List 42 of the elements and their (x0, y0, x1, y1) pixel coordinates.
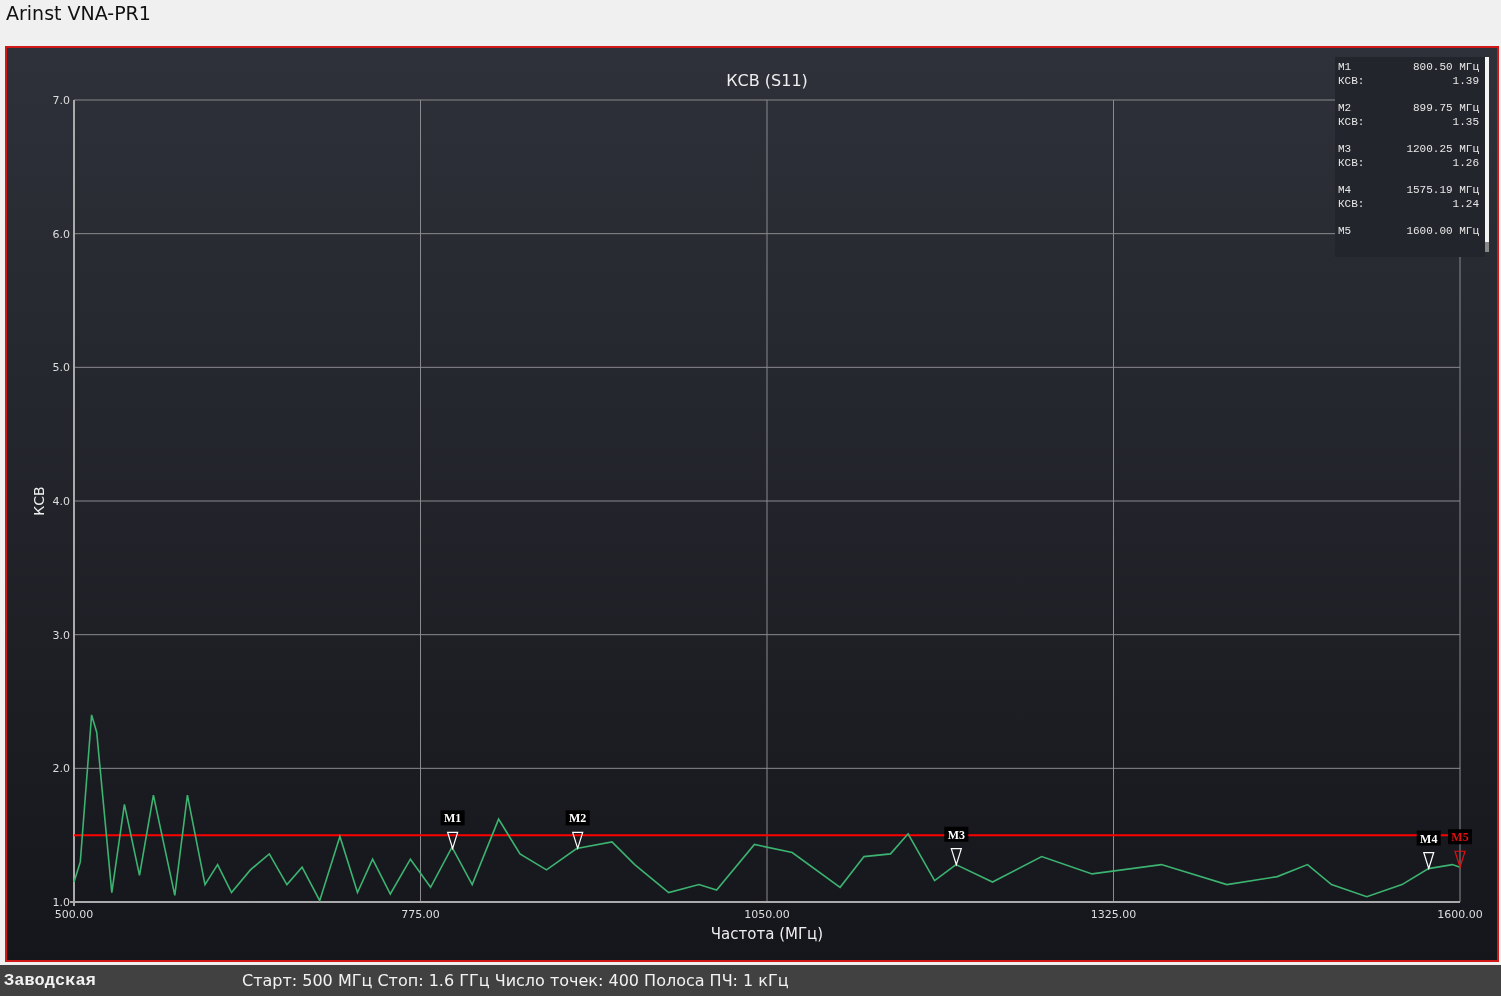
y-tick-label: 3.0 (52, 628, 70, 642)
y-tick-label: 4.0 (52, 495, 70, 508)
marker-frequency: 1600.00 МГц (1405, 225, 1479, 237)
marker-value: 1.26 (1451, 157, 1479, 169)
marker-frequency: 899.75 МГц (1412, 102, 1479, 114)
marker-flag[interactable]: M4 (1416, 830, 1441, 871)
window-title: Arinst VNA-PR1 (6, 2, 151, 24)
marker-value-label: КСВ: (1338, 116, 1365, 128)
marker-frequency: 1575.19 МГц (1405, 184, 1479, 196)
marker-name: M4 (1338, 184, 1353, 196)
marker-flag[interactable]: M1 (440, 810, 465, 851)
marker-frequency: 800.50 МГц (1412, 61, 1479, 73)
x-tick-label: 775.00 (401, 908, 440, 921)
y-axis-title: КСВ (31, 486, 47, 516)
marker-name: M3 (1338, 143, 1353, 155)
x-tick-label: 1050.00 (744, 908, 790, 921)
marker-value-label: КСВ: (1338, 75, 1365, 87)
x-tick-label: 1600.00 (1437, 908, 1483, 921)
marker-value: 1.35 (1451, 116, 1479, 128)
profile-name: Заводская (4, 971, 97, 990)
marker-value-label: КСВ: (1338, 157, 1365, 169)
marker-name: M5 (1338, 225, 1352, 237)
y-tick-label: 7.0 (52, 94, 70, 107)
x-tick-label: 1325.00 (1090, 908, 1137, 921)
x-axis-title: Частота (МГц) (710, 925, 824, 943)
marker-flag[interactable]: M5 (1448, 829, 1472, 870)
y-tick-label: 5.0 (52, 361, 70, 375)
scrollbar[interactable] (1485, 57, 1489, 252)
marker-name: M1 (1338, 61, 1353, 73)
marker-value: 1.39 (1451, 75, 1479, 87)
y-tick-label: 2.0 (52, 762, 70, 776)
x-tick-label: 500.00 (54, 908, 94, 921)
sweep-info: Старт: 500 МГц Стоп: 1.6 ГГц Число точек: 400 Полоса ПЧ: 1 кГц (242, 971, 789, 990)
marker-frequency: 1200.25 МГц (1405, 143, 1479, 155)
marker-name: M2 (1338, 102, 1353, 114)
marker-flag[interactable]: M2 (565, 810, 590, 851)
y-tick-label: 1.0 (52, 896, 70, 909)
marker-value: 1.24 (1451, 198, 1479, 210)
y-tick-label: 6.0 (52, 227, 70, 241)
marker-flag[interactable]: M3 (944, 826, 969, 867)
marker-value-label: КСВ: (1338, 198, 1365, 210)
chart-title: КСВ (S11) (726, 71, 808, 90)
